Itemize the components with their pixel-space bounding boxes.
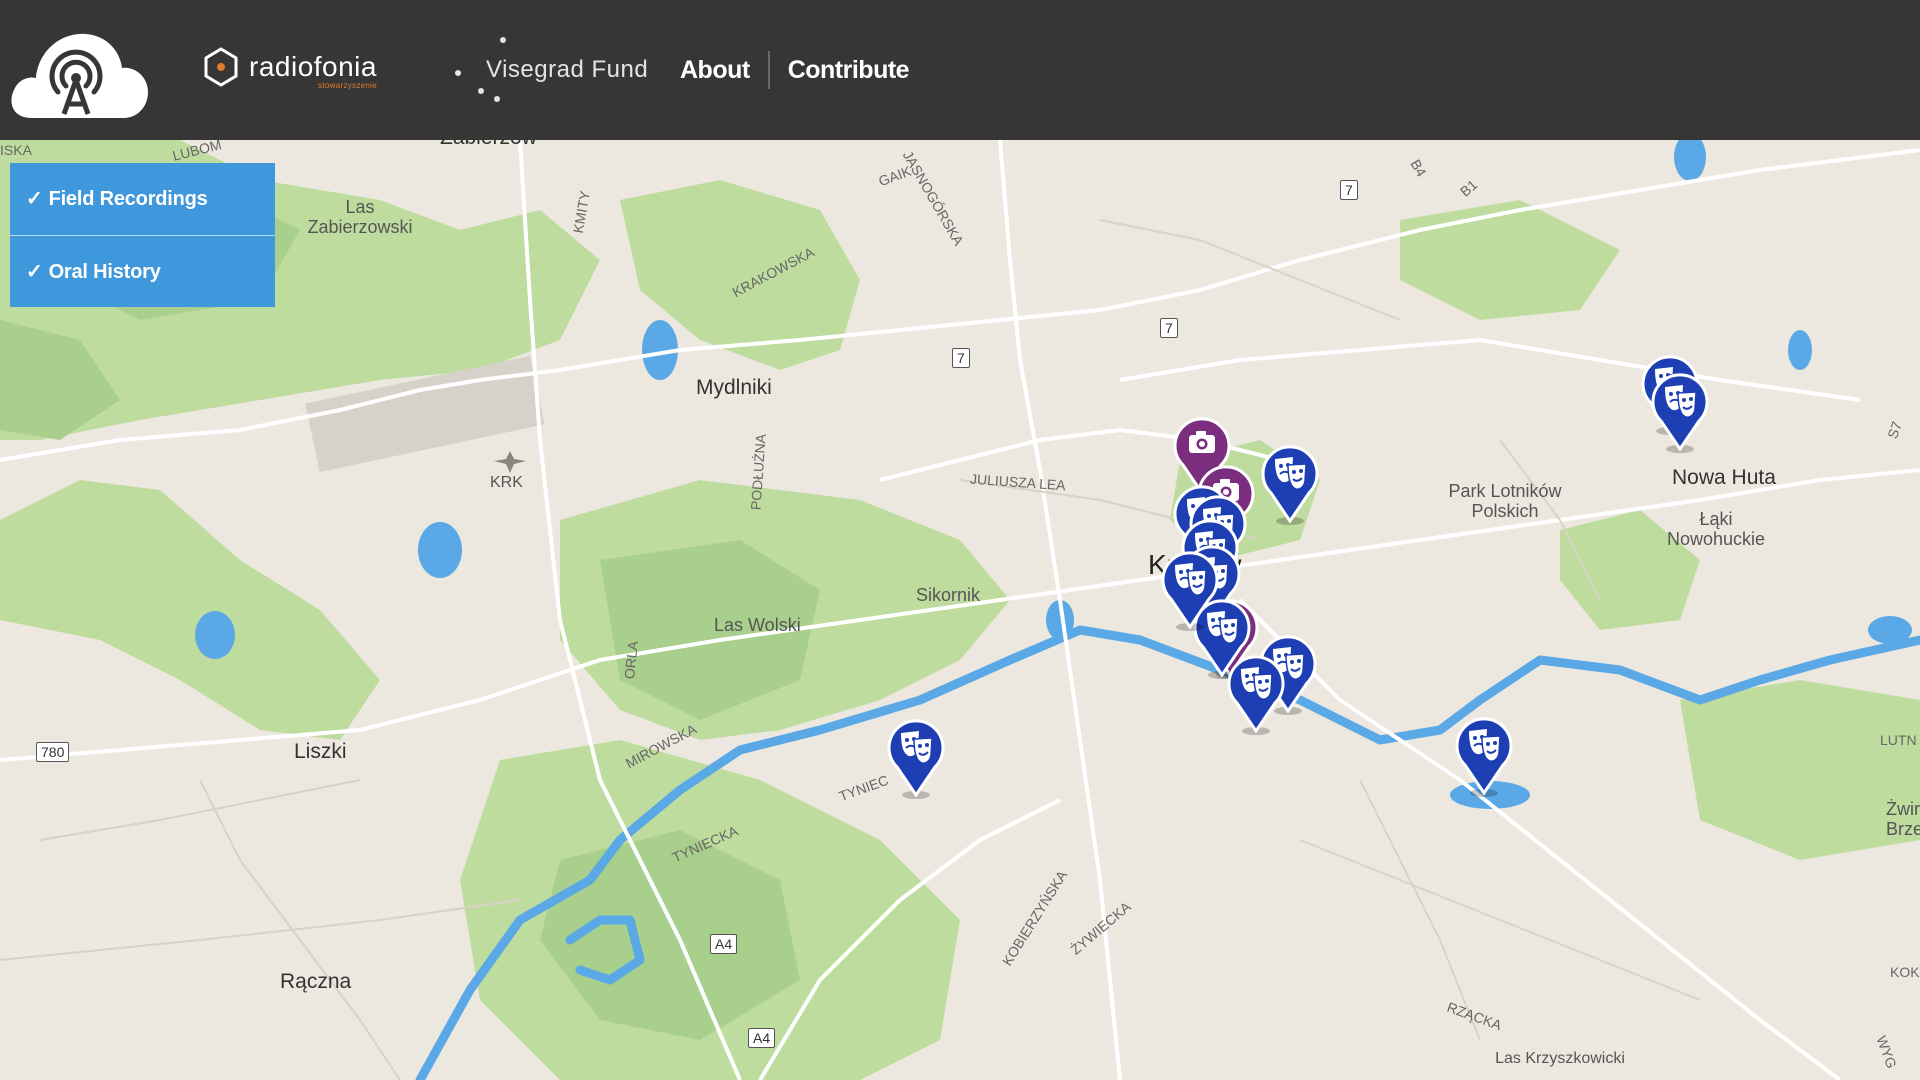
oral-history-marker[interactable]: [1455, 713, 1513, 797]
route-shield: 780: [36, 742, 70, 762]
map-place-label: Żwirowni Brzeg: [1886, 799, 1920, 839]
layer-label: Field Recordings: [48, 188, 208, 210]
logo-dot: [500, 37, 506, 43]
radiofonia-subtitle: stowarzyszenie: [318, 81, 377, 90]
map-place-label: Nowa Huta: [1672, 466, 1776, 489]
visegrad-fund-name: Visegrad Fund: [486, 56, 649, 83]
route-shield: A4: [748, 1028, 776, 1048]
checkmark-icon: ✓: [26, 188, 43, 210]
visegrad-fund-logo[interactable]: Visegrad Fund: [450, 34, 650, 108]
map-canvas[interactable]: Kraków Mydlniki Sikornik Las Wolski Lisz…: [0, 140, 1920, 1080]
marker-pin: [1261, 445, 1319, 525]
field-recordings-toggle[interactable]: ✓ Field Recordings: [10, 163, 275, 235]
layer-label: Oral History: [48, 261, 161, 283]
map-place-label: Sikornik: [916, 585, 981, 605]
oral-history-marker[interactable]: [1161, 547, 1219, 631]
map-place-label: Park Lotników Polskich: [1448, 481, 1562, 521]
marker-pin: [1161, 551, 1219, 631]
marker-pin: [1651, 373, 1709, 453]
checkmark-icon: ✓: [26, 261, 43, 283]
top-navigation-bar: radiofonia stowarzyszenie Visegrad Fund …: [0, 0, 1920, 140]
nav-divider: [767, 51, 770, 89]
oral-history-marker[interactable]: [1227, 651, 1285, 735]
logo-dot: [455, 70, 461, 76]
map-place-label: Mydlniki: [696, 376, 772, 399]
map-place-label: Liszki: [294, 740, 347, 763]
road-label: KOK: [1890, 964, 1920, 980]
route-shield: 7: [1160, 318, 1178, 338]
logo-dot: [478, 88, 484, 94]
map-place-label: Las Zabierzowski: [307, 197, 413, 237]
map-place-label: Rączna: [280, 970, 352, 993]
oral-history-marker[interactable]: [1651, 369, 1709, 453]
radiofonia-name: radiofonia: [249, 51, 377, 82]
oral-history-marker[interactable]: [1261, 441, 1319, 525]
road-label: LUTN: [1880, 732, 1917, 748]
road-label: ISKA: [0, 142, 32, 158]
radiofonia-logo[interactable]: radiofonia stowarzyszenie: [203, 44, 377, 90]
map-airport-label: KRK: [490, 474, 523, 491]
layer-toggle-panel: ✓ Field Recordings ✓ Oral History: [10, 163, 275, 307]
route-shield: A4: [710, 934, 738, 954]
oral-history-toggle[interactable]: ✓ Oral History: [10, 235, 275, 307]
nav-contribute-link[interactable]: Contribute: [788, 56, 910, 85]
route-shield: 7: [952, 348, 970, 368]
marker-pin: [1227, 655, 1285, 735]
marker-pin: [887, 719, 945, 799]
site-logo[interactable]: [8, 22, 149, 118]
map-base-layer: [0, 140, 1920, 1080]
cloud-antenna-icon: [11, 33, 149, 118]
nav-about-link[interactable]: About: [680, 56, 750, 85]
marker-pin: [1455, 717, 1513, 797]
oral-history-marker[interactable]: [887, 715, 945, 799]
hexagon-icon: [204, 47, 238, 87]
main-nav: About Contribute: [680, 50, 910, 90]
map-place-label: Łąki Nowohuckie: [1666, 509, 1766, 549]
map-place-label: Las Wolski: [714, 615, 801, 635]
logo-dot: [494, 96, 500, 102]
map-place-label: Zabierzów: [440, 140, 537, 149]
map-place-label: Las Krzyszkowicki: [1495, 1050, 1625, 1067]
route-shield: 7: [1340, 180, 1358, 200]
